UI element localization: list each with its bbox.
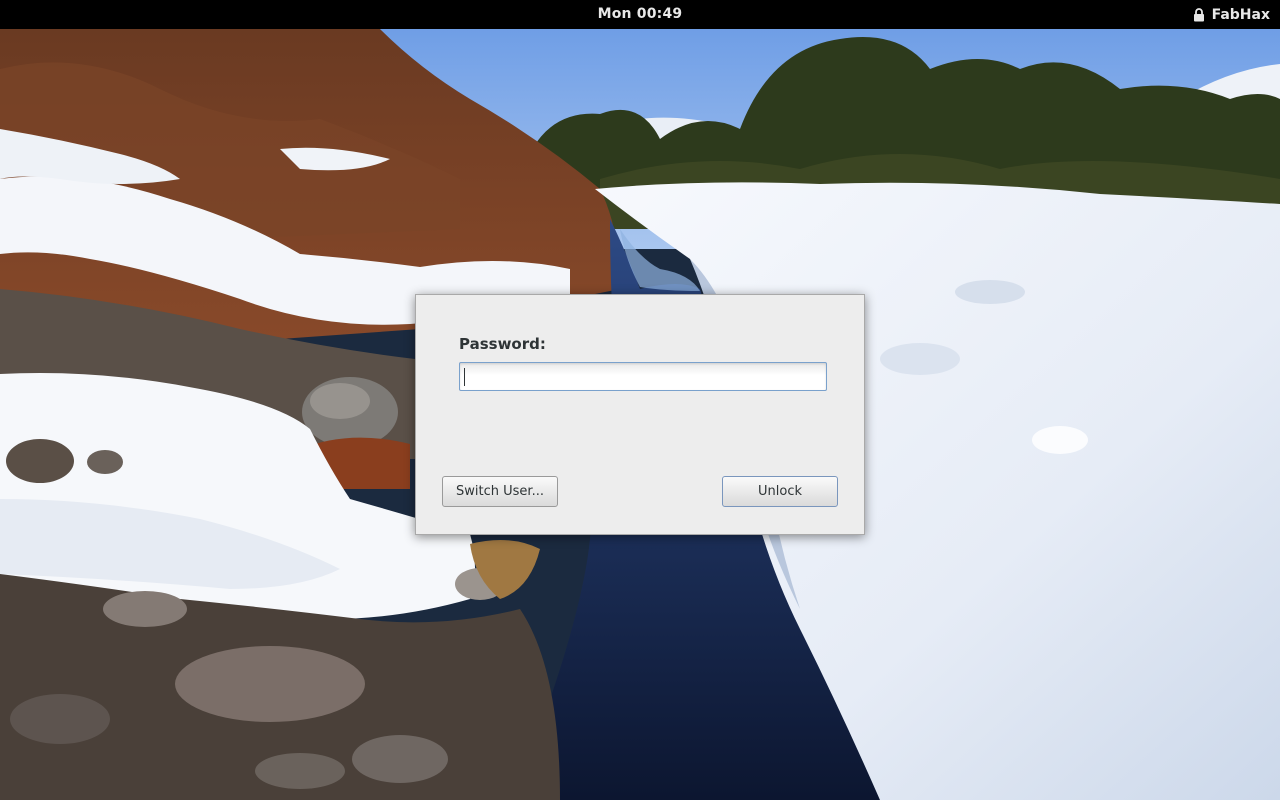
switch-user-button[interactable]: Switch User... [442,476,558,507]
clock[interactable]: Mon 00:49 [0,0,1280,29]
text-caret [464,368,465,386]
password-label: Password: [459,335,546,353]
lock-screen: Mon 00:49 FabHax Password: Switch User..… [0,0,1280,800]
unlock-button[interactable]: Unlock [722,476,838,507]
unlock-dialog: Password: Switch User... Unlock [415,294,865,535]
password-input[interactable] [459,362,827,391]
user-menu[interactable]: FabHax [1193,0,1270,29]
top-bar: Mon 00:49 FabHax [0,0,1280,29]
username: FabHax [1211,6,1270,23]
lock-icon [1193,7,1205,22]
